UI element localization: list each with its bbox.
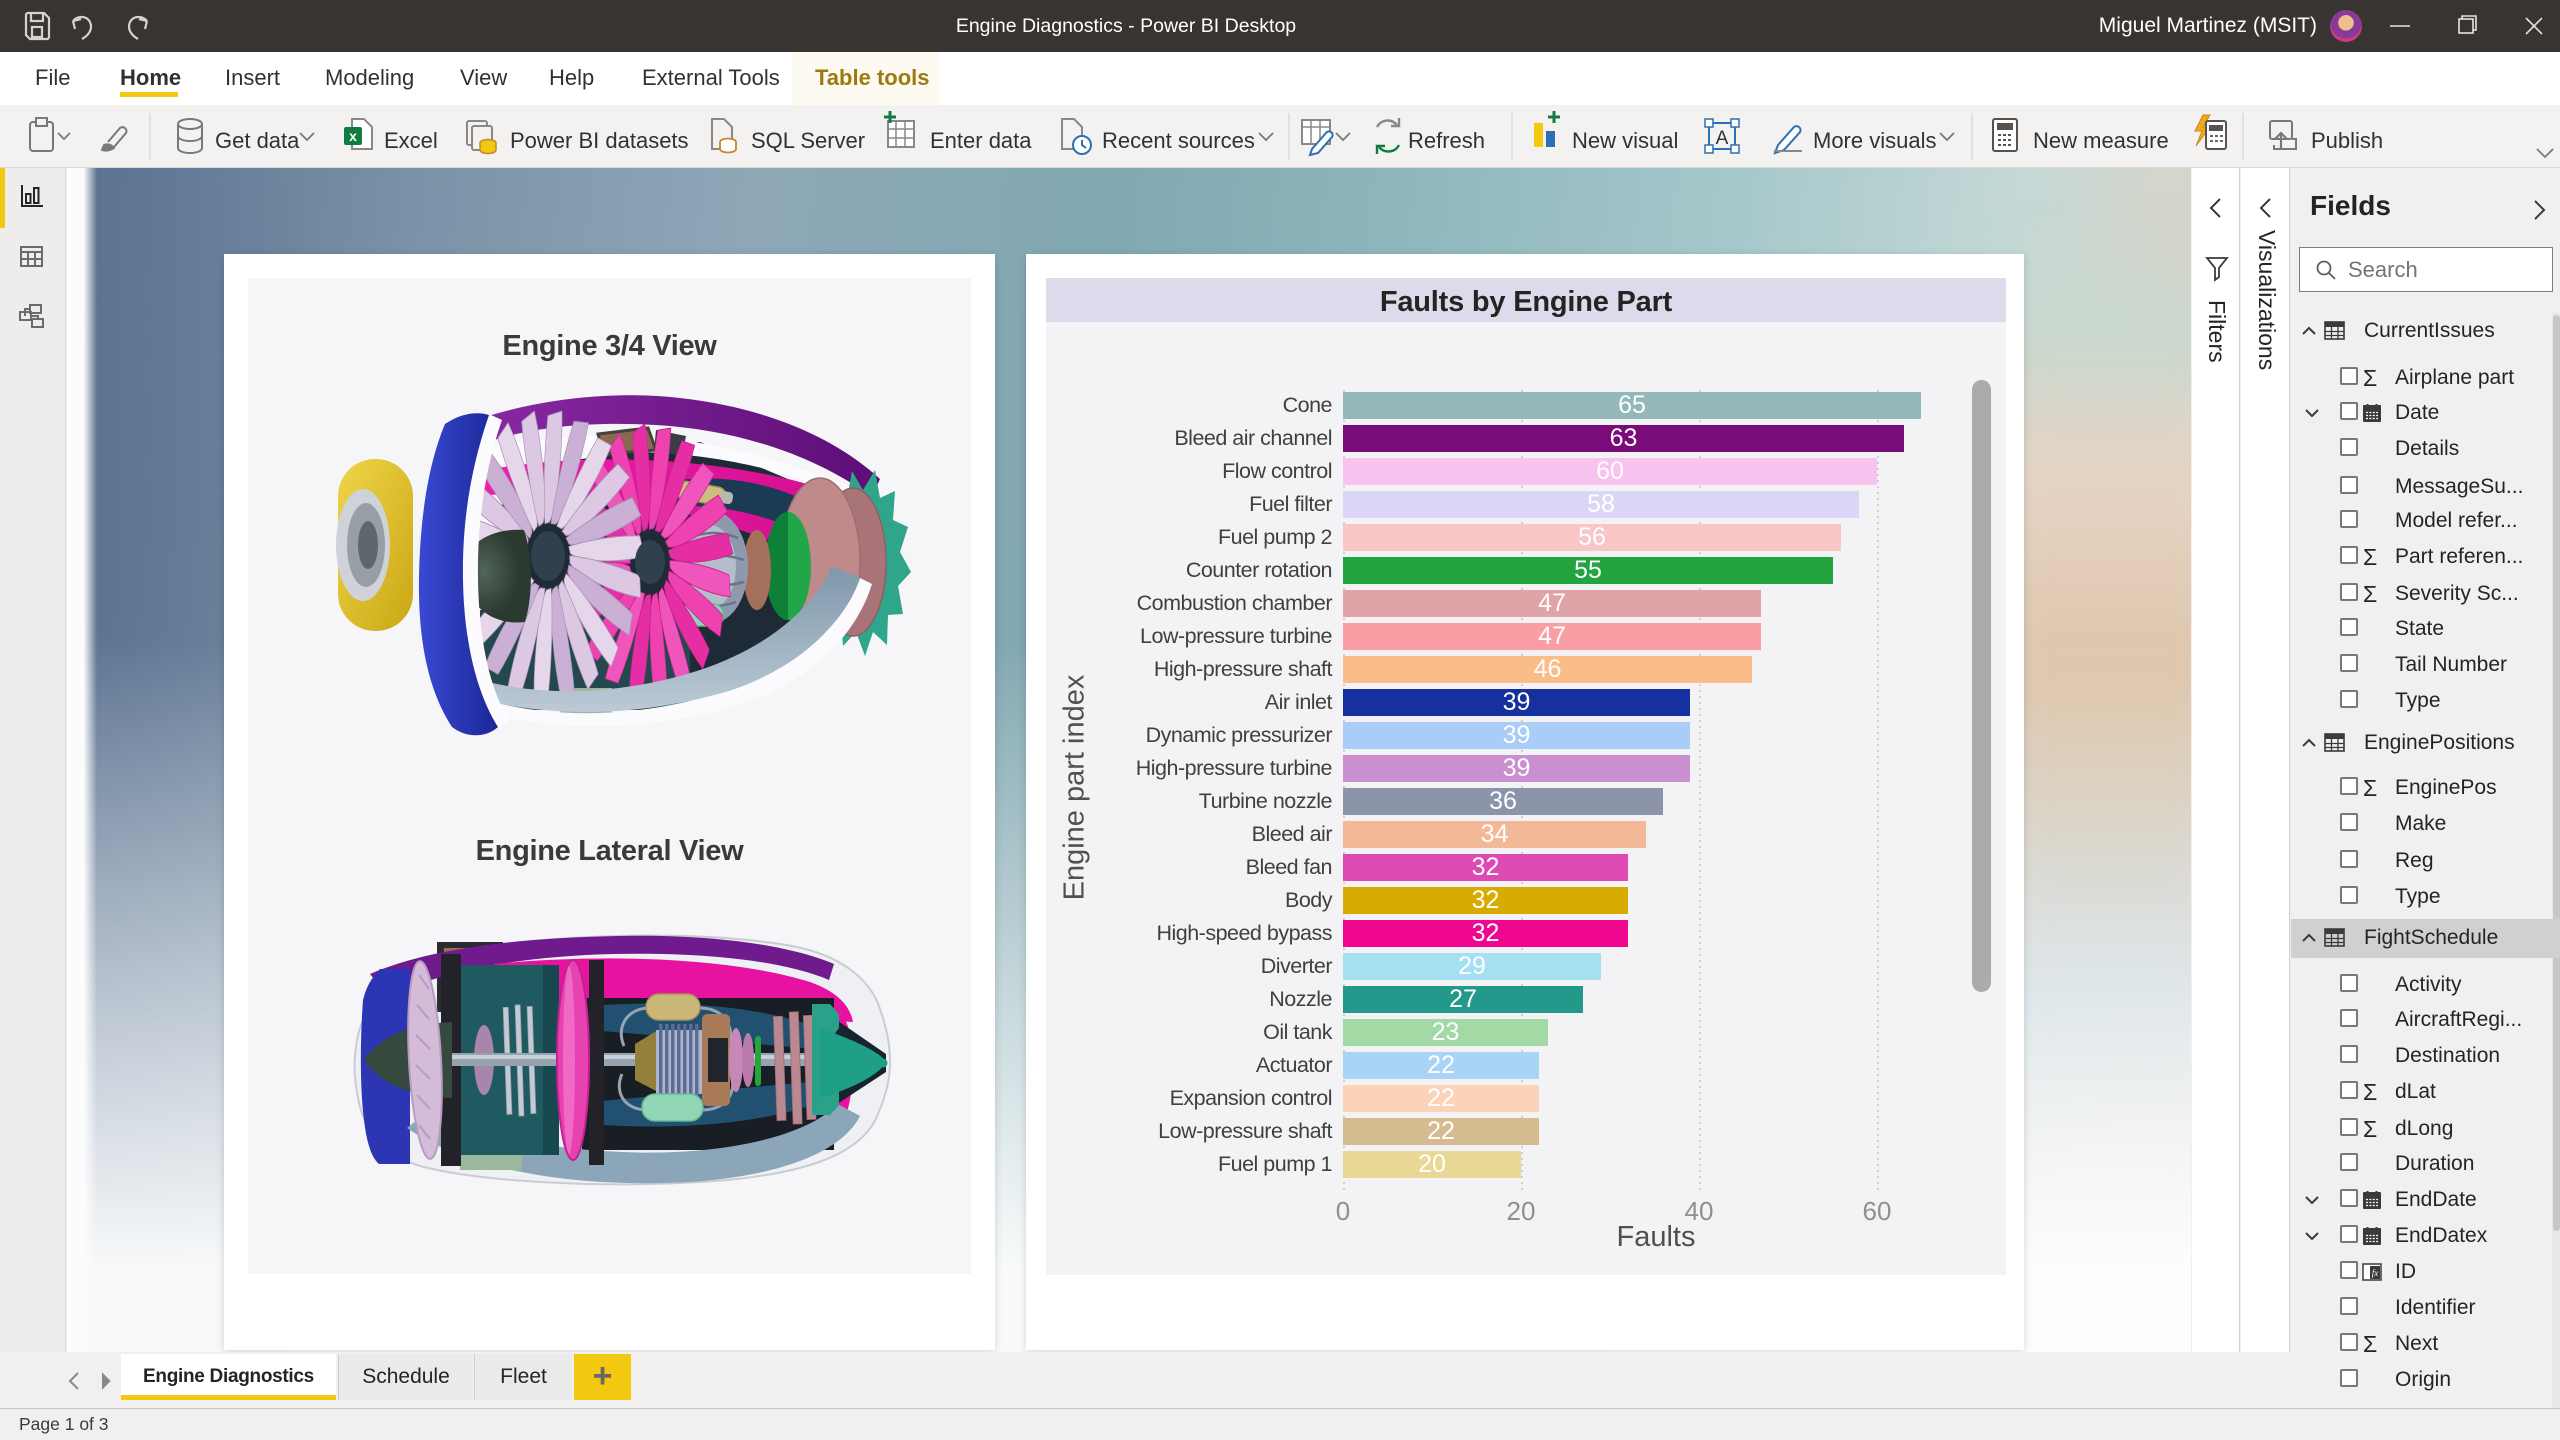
svg-text:fx: fx: [2372, 1268, 2379, 1278]
svg-text:A: A: [1716, 128, 1729, 149]
svg-text:x: x: [349, 128, 357, 144]
